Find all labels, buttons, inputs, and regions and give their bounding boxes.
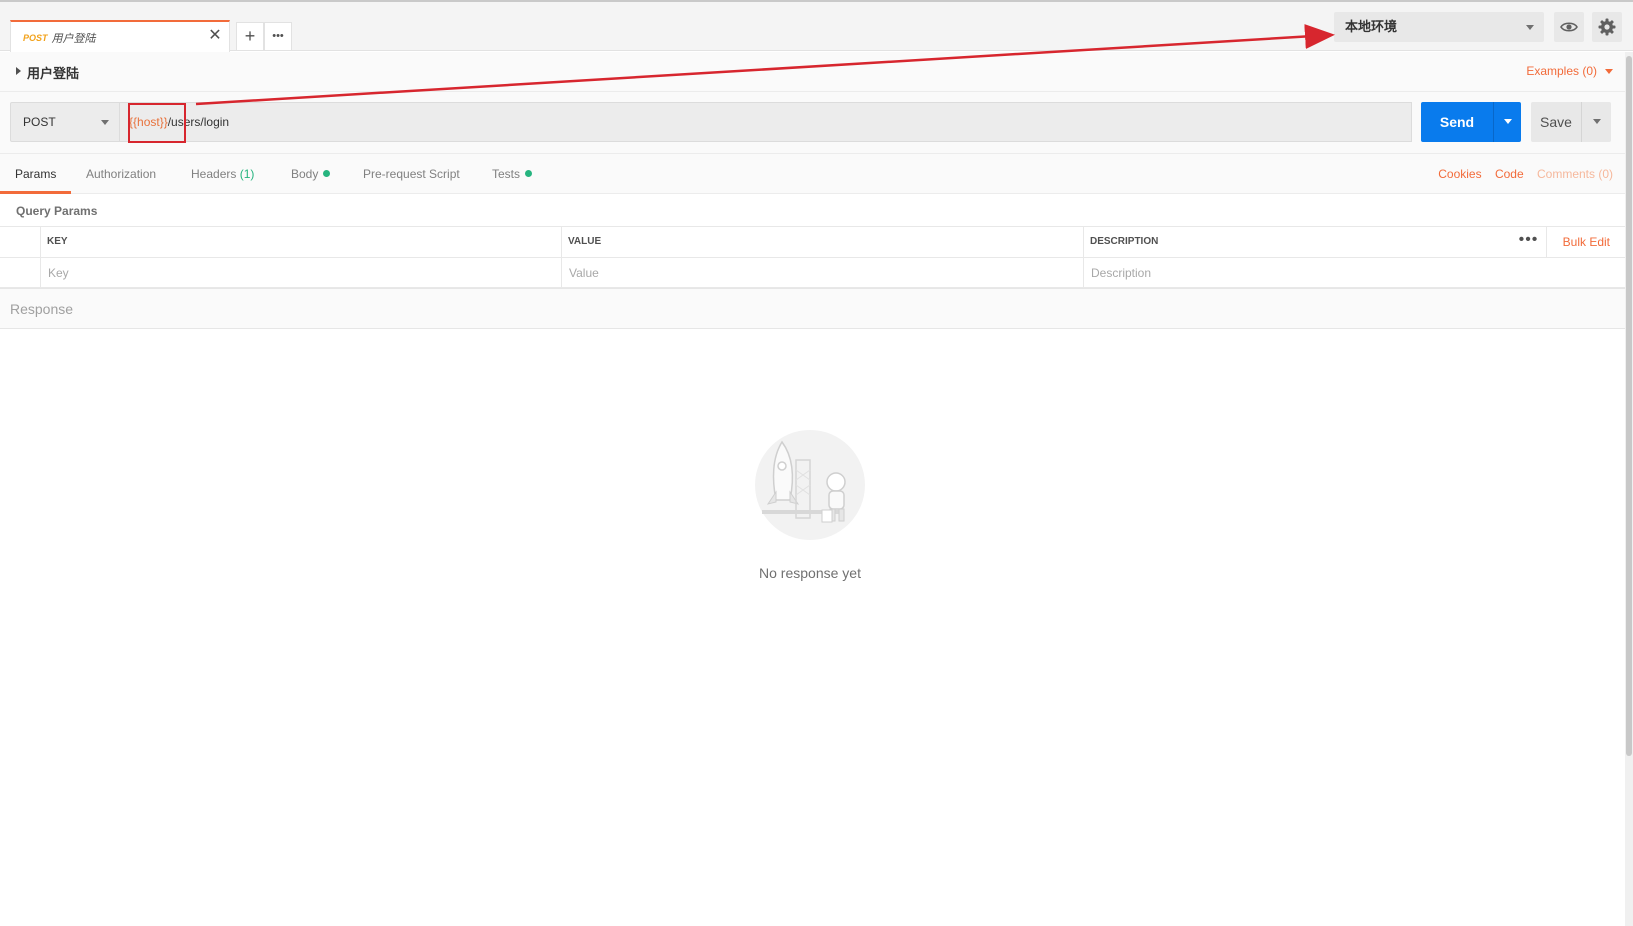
chevron-down-icon [1593,119,1601,124]
comments-link[interactable]: Comments (0) [1537,167,1613,181]
host-highlight-box [128,103,186,143]
request-tabs: Params Authorization Headers (1) Body Pr… [0,154,1625,194]
more-options-icon[interactable]: ••• [1511,227,1547,257]
tab-body[interactable]: Body [291,154,331,194]
method-select[interactable]: POST [10,102,120,142]
tab-headers-label: Headers [191,167,237,181]
request-links: Cookies Code Comments (0) [1428,154,1613,194]
environment-quick-look-button[interactable] [1554,12,1584,42]
status-dot-icon [525,170,533,177]
chevron-down-icon [1504,119,1512,124]
request-tab[interactable]: POST 用户登陆 ✕ [10,20,230,53]
query-params-table: KEY VALUE DESCRIPTION ••• Bulk Edit Key … [0,226,1625,288]
status-dot-icon [323,170,331,177]
table-header-row: KEY VALUE DESCRIPTION ••• Bulk Edit [0,226,1625,257]
tab-tests-label: Tests [492,167,521,181]
eye-icon [1560,22,1578,32]
column-description: DESCRIPTION [1083,227,1511,257]
request-title-row: 用户登陆 Examples (0) [0,52,1625,92]
caret-right-icon[interactable] [16,67,21,75]
value-input[interactable]: Value [561,258,1083,288]
tab-authorization[interactable]: Authorization [86,154,156,194]
url-input[interactable]: {{host}}/users/login [120,102,1412,142]
save-button[interactable]: Save [1531,102,1581,142]
column-key: KEY [40,227,561,257]
key-input[interactable]: Key [40,258,561,288]
chevron-down-icon [1526,25,1534,30]
environment-settings-button[interactable] [1592,12,1622,42]
gear-icon [1598,18,1616,36]
more-tabs-button[interactable]: ••• [264,22,292,51]
examples-dropdown[interactable]: Examples (0) [1526,64,1613,78]
rocket-astronaut-illustration [740,430,880,545]
tab-prerequest-label: Pre-request Script [363,167,460,181]
method-value: POST [23,115,56,129]
query-params-title: Query Params [16,204,98,218]
new-tab-button[interactable]: + [236,22,264,51]
description-input[interactable]: Description [1083,258,1625,288]
code-link[interactable]: Code [1495,167,1524,181]
tab-prerequest-script[interactable]: Pre-request Script [363,154,460,194]
environment-selected: 本地环境 [1345,19,1398,34]
tab-headers[interactable]: Headers (1) [191,154,254,194]
tab-authorization-label: Authorization [86,167,157,181]
column-value: VALUE [561,227,1083,257]
close-icon[interactable]: ✕ [207,28,223,44]
chevron-down-icon [101,120,109,125]
bulk-edit-link[interactable]: Bulk Edit [1563,227,1610,257]
table-row: Key Value Description [0,257,1625,288]
chevron-down-icon [1605,68,1613,74]
tab-method: POST [23,32,48,43]
tab-tests[interactable]: Tests [492,154,533,194]
response-label: Response [10,301,74,317]
tab-name: 用户登陆 [51,32,96,45]
tab-body-label: Body [291,167,319,181]
response-header: Response [0,288,1625,329]
tab-bar: POST 用户登陆 ✕ + ••• 本地环境 [0,0,1633,53]
tab-params[interactable]: Params [0,154,72,194]
send-options-button[interactable] [1493,102,1521,142]
request-title[interactable]: 用户登陆 [27,63,79,82]
tab-params-label: Params [15,167,57,181]
scrollbar-thumb[interactable] [1626,56,1632,756]
environment-select[interactable]: 本地环境 [1334,12,1544,42]
cookies-link[interactable]: Cookies [1438,167,1481,181]
no-response-text: No response yet [759,565,861,581]
save-options-button[interactable] [1581,102,1611,142]
headers-count: (1) [239,167,255,181]
examples-label: Examples (0) [1526,64,1597,78]
url-bar: POST {{host}}/users/login Send Save [0,92,1625,154]
send-button[interactable]: Send [1421,102,1493,142]
